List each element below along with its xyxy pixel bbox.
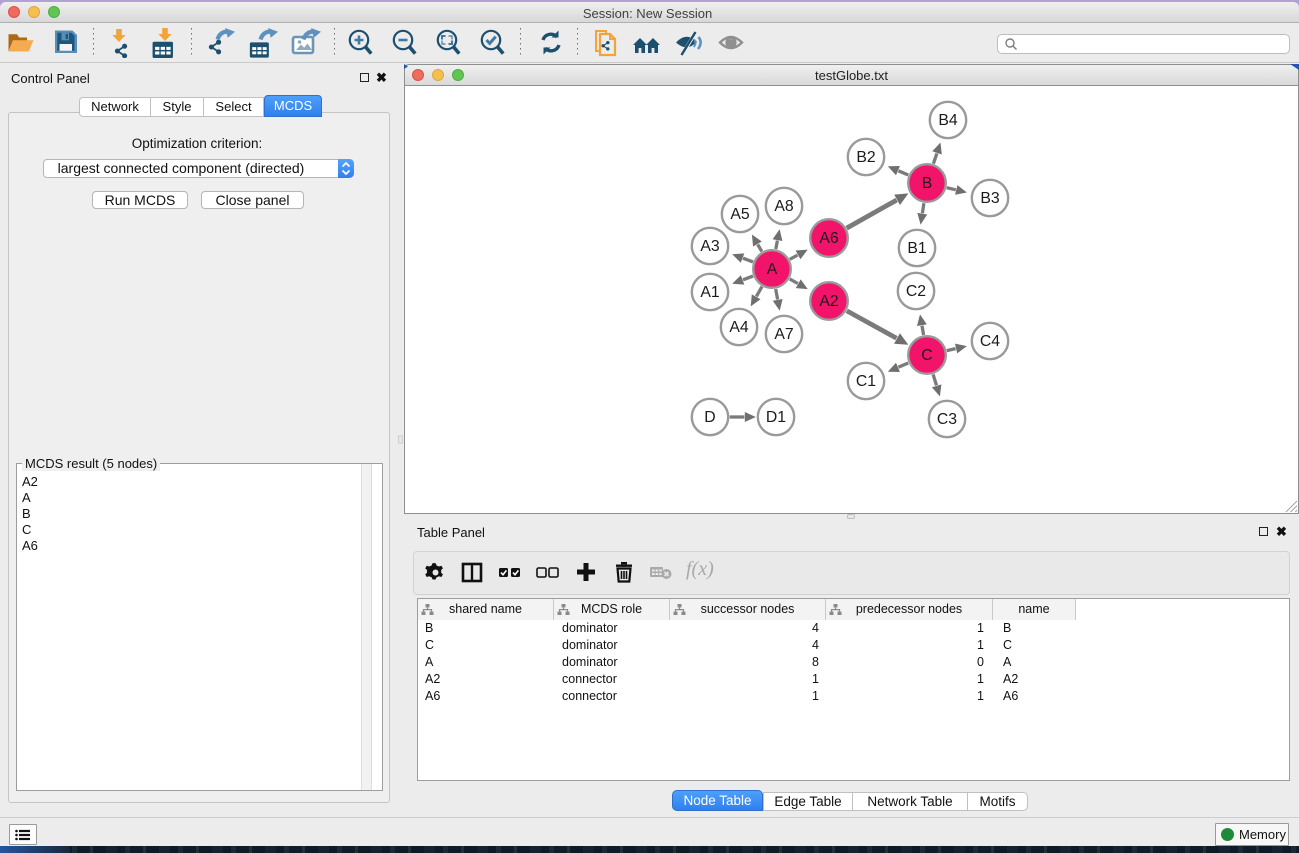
svg-text:D1: D1 [766, 409, 786, 426]
svg-text:D: D [704, 409, 715, 426]
svg-text:C1: C1 [856, 373, 876, 390]
svg-text:A8: A8 [774, 198, 794, 215]
svg-text:A6: A6 [819, 230, 839, 247]
svg-text:B2: B2 [856, 149, 875, 166]
svg-text:A3: A3 [700, 238, 720, 255]
svg-text:C3: C3 [937, 411, 957, 428]
svg-text:A5: A5 [730, 206, 750, 223]
svg-text:A7: A7 [774, 326, 793, 343]
svg-text:A: A [767, 261, 778, 278]
svg-text:B4: B4 [938, 112, 958, 129]
svg-text:A4: A4 [729, 319, 749, 336]
svg-text:C4: C4 [980, 333, 1000, 350]
svg-text:C: C [921, 347, 932, 364]
svg-text:B: B [922, 175, 933, 192]
svg-text:A1: A1 [700, 284, 720, 301]
svg-text:C2: C2 [906, 283, 926, 300]
svg-text:B1: B1 [907, 240, 927, 257]
svg-text:A2: A2 [819, 293, 838, 310]
svg-text:B3: B3 [980, 190, 1000, 207]
